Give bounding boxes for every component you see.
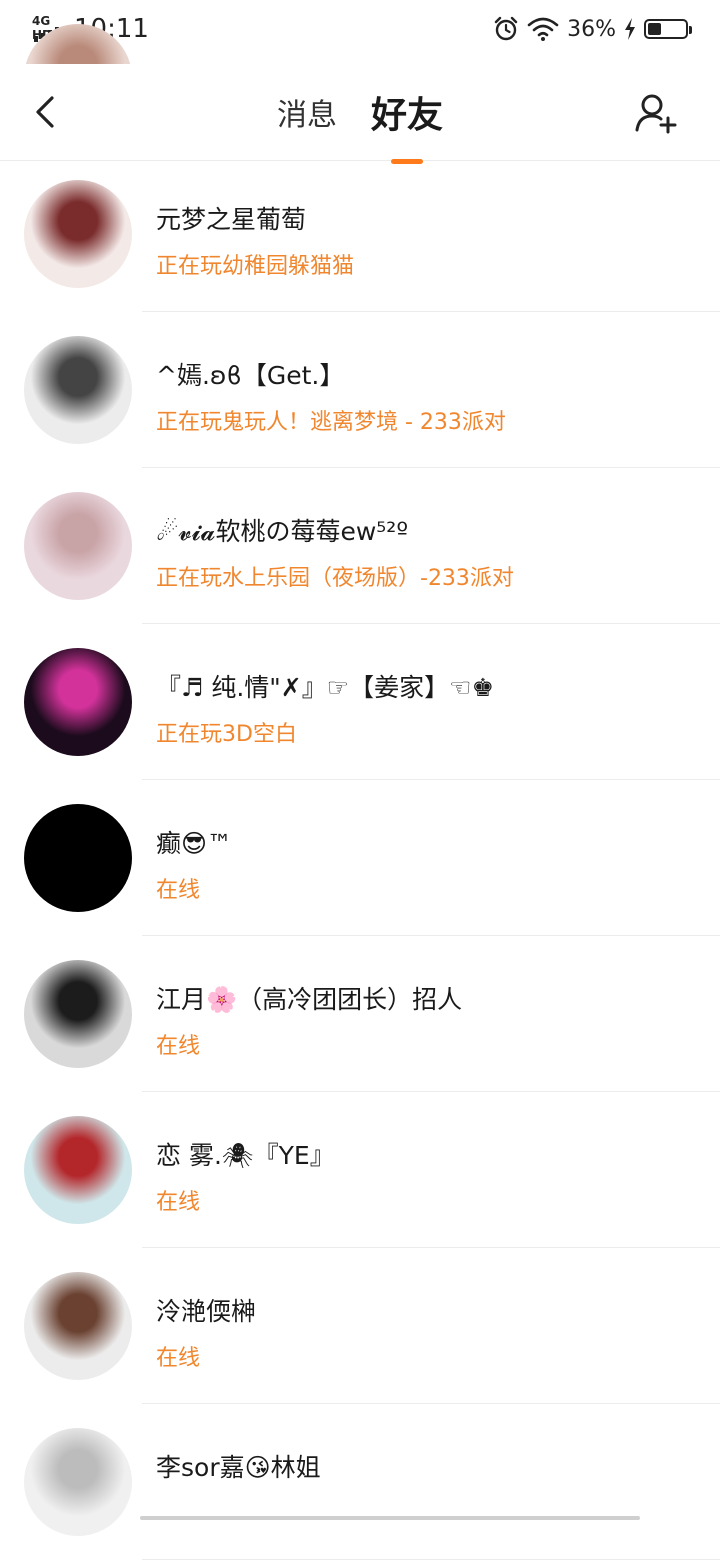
friend-avatar[interactable]	[24, 648, 132, 756]
friend-status: 在线	[156, 1034, 201, 1059]
friend-avatar[interactable]	[24, 180, 132, 288]
friend-list-item[interactable]: 『♬ 纯.情"✗』☞【姜家】☜♚ 正在玩3D空白	[0, 624, 720, 780]
friend-name: ^嫣.ʚϐ【Get.】	[156, 361, 345, 390]
tab-friends[interactable]: 好友	[370, 86, 443, 164]
friend-status: 在线	[156, 1346, 201, 1371]
tab-bar: 消息 好友	[0, 64, 720, 164]
add-friend-icon[interactable]	[634, 90, 678, 134]
tab-messages[interactable]: 消息	[277, 90, 337, 134]
friend-avatar[interactable]	[24, 960, 132, 1068]
friend-avatar[interactable]	[24, 804, 132, 912]
friend-list-item[interactable]: 癫😎™ 在线	[0, 780, 720, 936]
friend-status: 在线	[156, 1190, 201, 1215]
tab-friends-label: 好友	[370, 95, 443, 136]
friend-name: 元梦之星葡萄	[156, 205, 307, 234]
friend-list-item[interactable]: 江月🌸（高冷团团长）招人在线	[0, 936, 720, 1092]
friend-avatar[interactable]	[24, 1116, 132, 1224]
friend-status: 正在玩3D空白	[156, 722, 297, 747]
friend-list-item[interactable]: 元梦之星葡萄正在玩幼稚园躲猫猫	[0, 156, 720, 312]
friend-name: 江月🌸（高冷团团长）招人	[156, 985, 463, 1014]
friend-list-item[interactable]: ☄𝓿𝓲𝓪软桃の莓莓ew⁵²º 正在玩水上乐园（夜场版）-233派对	[0, 468, 720, 624]
friend-status: 正在玩水上乐园（夜场版）-233派对	[156, 566, 514, 591]
friend-name: 『♬ 纯.情"✗』☞【姜家】☜♚	[156, 673, 494, 702]
friend-list-item[interactable]: 恋 雾.🕷『YE』在线	[0, 1092, 720, 1248]
top-nav: 消息 好友	[0, 64, 720, 164]
friend-name: 泠滟偄榊	[156, 1297, 257, 1326]
friend-avatar[interactable]	[24, 1272, 132, 1380]
friend-avatar[interactable]	[24, 492, 132, 600]
friend-name: ☄𝓿𝓲𝓪软桃の莓莓ew⁵²º	[156, 517, 409, 546]
friend-name: 李sor嘉😘林姐	[156, 1453, 321, 1482]
friend-list-item[interactable]: 李sor嘉😘林姐	[0, 1404, 720, 1560]
scroll-indicator	[140, 1516, 640, 1520]
friend-list-item[interactable]: 泠滟偄榊 在线	[0, 1248, 720, 1404]
friend-name: 恋 雾.🕷『YE』	[156, 1141, 335, 1170]
friend-status: 在线	[156, 878, 201, 903]
friend-list-item[interactable]: ^嫣.ʚϐ【Get.】正在玩鬼玩人！逃离梦境 - 233派对	[0, 312, 720, 468]
friend-status: 正在玩幼稚园躲猫猫	[156, 254, 355, 279]
friend-avatar[interactable]	[24, 336, 132, 444]
friend-name: 癫😎™	[156, 829, 233, 858]
active-tab-indicator	[390, 159, 423, 164]
friend-status: 正在玩鬼玩人！逃离梦境 - 233派对	[156, 410, 506, 435]
